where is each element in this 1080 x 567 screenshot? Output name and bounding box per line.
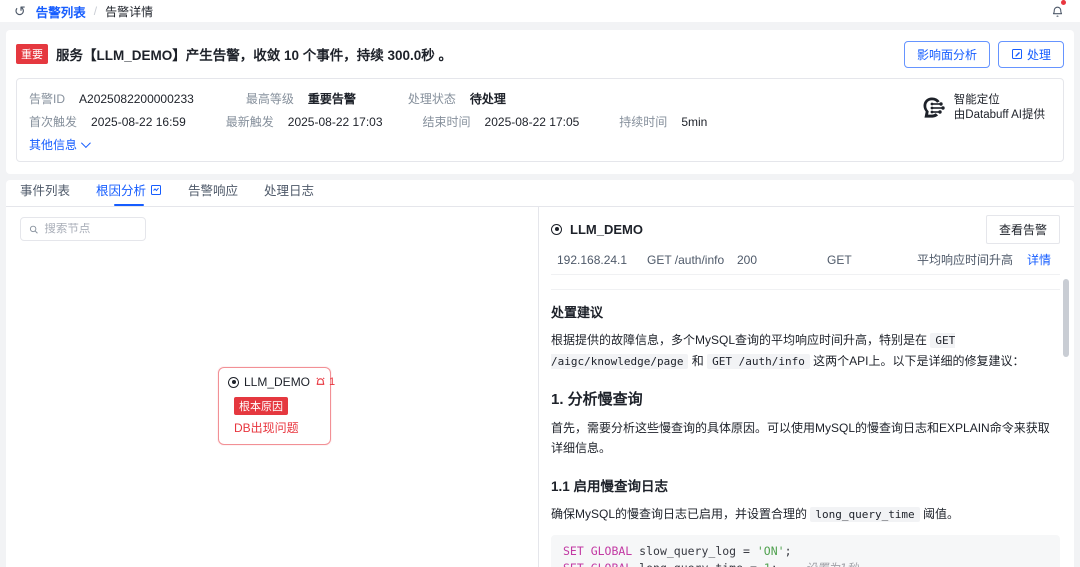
search-icon <box>29 225 38 234</box>
alert-id-value: A2025082200000233 <box>79 91 194 106</box>
service-icon <box>551 223 562 235</box>
end-time-value: 2025-08-22 17:05 <box>484 114 580 129</box>
root-cause-text: DB出现问题 <box>234 421 299 435</box>
field-label: 结束时间 <box>422 115 471 129</box>
bell-badge-dot <box>1061 0 1066 5</box>
severity-value: 重要告警 <box>307 92 356 106</box>
alert-summary-card: 重要 服务【LLM_DEMO】产生告警，收敛 10 个事件，持续 300.0秒 … <box>6 30 1074 174</box>
chevron-down-icon <box>80 137 91 148</box>
alarm-icon <box>316 377 325 385</box>
detail-service-title: LLM_DEMO <box>570 221 643 237</box>
severity-badge: 重要 <box>16 44 48 64</box>
node-title: LLM_DEMO <box>244 375 311 389</box>
field-label: 处理状态 <box>407 92 456 106</box>
more-info-link[interactable]: 其他信息 <box>29 133 91 155</box>
suggestion-doc: 处置建议 根据提供的故障信息，多个MySQL查询的平均响应时间升高，特别是在 G… <box>551 290 1060 567</box>
notification-bell-icon[interactable] <box>1048 0 1066 20</box>
root-cause-badge: 根本原因 <box>234 397 288 415</box>
heading-analyze-slow-query: 1. 分析慢查询 <box>551 391 643 408</box>
alert-message: 服务【LLM_DEMO】产生告警，收敛 10 个事件，持续 300.0秒 。 <box>56 48 453 63</box>
ai-subtitle: 由Databuff AI提供 <box>953 109 1045 121</box>
breadcrumb-bar: ↺ 告警列表 / 告警详情 <box>0 0 1080 22</box>
graph-node-llm-demo[interactable]: LLM_DEMO 1 根本原因 DB出现问题 <box>218 367 335 445</box>
suggestion-intro: 根据提供的故障信息，多个MySQL查询的平均响应时间升高，特别是在 GET /a… <box>551 333 1025 369</box>
heading-enable-slow-log: 1.1 启用慢查询日志 <box>551 479 669 494</box>
breadcrumb-current: 告警详情 <box>105 4 154 19</box>
root-cause-graph-panel: LLM_DEMO 1 根本原因 DB出现问题 <box>6 207 538 567</box>
field-label: 首次触发 <box>29 115 78 129</box>
field-label: 最新触发 <box>225 115 274 129</box>
node-search-input[interactable] <box>44 223 137 235</box>
ai-head-icon <box>923 97 945 118</box>
latest-trigger-value: 2025-08-22 17:03 <box>287 114 383 129</box>
field-label: 告警ID <box>29 92 66 106</box>
edit-icon <box>1011 49 1022 59</box>
impact-analysis-button[interactable]: 影响面分析 <box>903 40 990 68</box>
sql-code-block-slow-log: SET GLOBAL slow_query_log = 'ON';SET GLO… <box>551 535 1060 567</box>
service-icon <box>228 376 239 388</box>
tab-root-cause[interactable]: 根因分析 <box>96 180 162 206</box>
breadcrumb-alert-list-link[interactable]: 告警列表 <box>36 2 86 21</box>
first-trigger-value: 2025-08-22 16:59 <box>91 114 186 129</box>
paragraph: 首先，需要分析这些慢查询的具体原因。可以使用MySQL的慢查询日志和EXPLAI… <box>551 421 1050 455</box>
endpoint-api: GET /auth/info <box>647 252 725 267</box>
ai-report-icon <box>151 184 162 195</box>
detail-card: 事件列表 根因分析 告警响应 处理日志 LLM_DEMO <box>6 180 1074 567</box>
tab-process-log[interactable]: 处理日志 <box>264 180 314 206</box>
tab-event-list[interactable]: 事件列表 <box>20 180 70 206</box>
alert-info-box: 告警ID A2025082200000233 最高等级 重要告警 处理状态 待处理 首… <box>16 78 1064 162</box>
field-label: 持续时间 <box>619 115 668 129</box>
endpoint-status: 200 <box>737 252 758 267</box>
endpoint-detail-link[interactable]: 详情 <box>1027 251 1051 268</box>
tab-bar: 事件列表 根因分析 告警响应 处理日志 <box>6 180 1074 207</box>
handle-button[interactable]: 处理 <box>997 40 1064 68</box>
endpoint-ip: 192.168.24.1 <box>557 252 628 267</box>
ai-title: 智能定位 <box>953 94 1000 106</box>
scrollbar-thumb[interactable] <box>1063 279 1069 357</box>
back-icon[interactable]: ↺ <box>14 4 26 18</box>
endpoint-method: GET <box>827 252 852 267</box>
endpoint-issue: 平均响应时间升高 <box>917 253 1014 267</box>
ai-branding: 智能定位 由Databuff AI提供 <box>920 93 1051 123</box>
status-value: 待处理 <box>469 92 506 106</box>
breadcrumb-separator: / <box>93 4 98 18</box>
view-alert-button[interactable]: 查看告警 <box>985 214 1060 244</box>
paragraph: 确保MySQL的慢查询日志已启用，并设置合理的 long_query_time … <box>551 507 960 522</box>
duration-value: 5min <box>681 114 708 129</box>
node-alarm-count: 1 <box>329 376 336 388</box>
tab-alert-response[interactable]: 告警响应 <box>188 180 238 206</box>
endpoint-row: 192.168.24.1 GET /auth/info 200 GET 平均响应… <box>551 245 1060 275</box>
field-label: 最高等级 <box>245 92 294 106</box>
root-cause-detail-panel: LLM_DEMO 查看告警 192.168.24.1 GET /auth/inf… <box>538 207 1074 567</box>
suggestion-title: 处置建议 <box>551 305 604 320</box>
node-search-box[interactable] <box>20 217 146 241</box>
